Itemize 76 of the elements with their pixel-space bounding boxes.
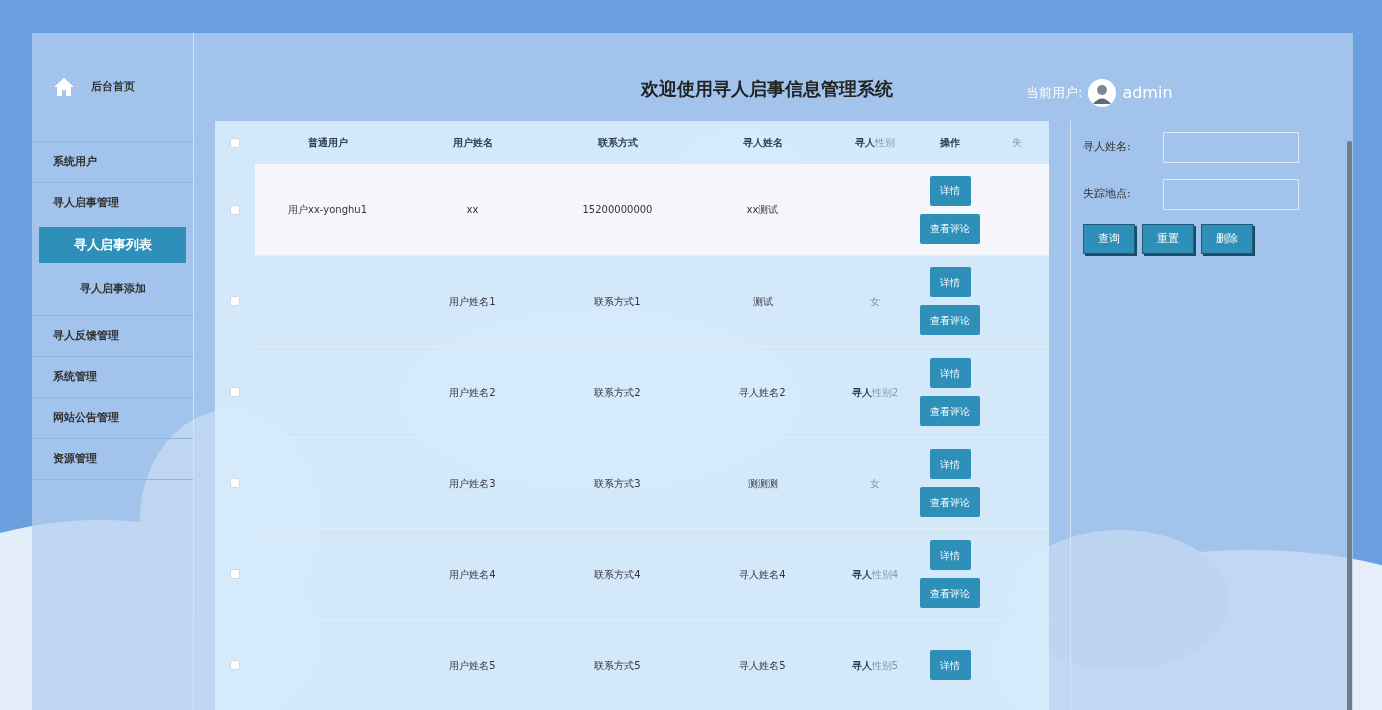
table-cell-text: 用户姓名2 — [449, 385, 496, 400]
table-cell-text: 女 — [870, 476, 880, 491]
home-icon — [53, 77, 75, 97]
sidebar-subitem[interactable]: 寻人启事添加 — [39, 271, 186, 307]
table-cell-text: 联系方式4 — [594, 567, 641, 582]
table-row[interactable]: 用户姓名4 联系方式4 寻人姓名4 寻人性别4 详情 查看评论 — [255, 528, 1049, 619]
details-button[interactable]: 详情 — [929, 540, 971, 570]
comments-button[interactable]: 查看评论 — [920, 305, 980, 335]
comments-button[interactable]: 查看评论 — [920, 396, 980, 426]
select-all-checkbox[interactable] — [230, 137, 240, 148]
column-header: 寻人姓名 — [742, 136, 783, 150]
sidebar-item[interactable]: 系统用户 — [32, 142, 193, 182]
details-button[interactable]: 详情 — [929, 358, 971, 388]
table-cell-text: xx — [466, 203, 479, 217]
current-user-label: 当前用户: — [1026, 84, 1083, 103]
field-label: 失踪地点: — [1083, 186, 1132, 203]
table-row[interactable]: 用户姓名2 联系方式2 寻人姓名2 寻人性别2 详情 查看评论 — [255, 346, 1049, 437]
table-cell-text: 寻人姓名5 — [739, 658, 786, 673]
home-link[interactable]: 后台首页 — [91, 78, 135, 96]
column-header: 寻人性别 — [855, 136, 895, 150]
column-header: 用户姓名 — [452, 136, 493, 150]
details-button[interactable]: 详情 — [929, 449, 971, 479]
table-row[interactable]: 用户姓名1 联系方式1 测试 女 详情 查看评论 — [255, 255, 1049, 346]
action-button[interactable]: 删除 — [1201, 224, 1253, 254]
sidebar-item[interactable]: 资源管理 — [32, 439, 193, 479]
table-cell-text: 测试 — [752, 294, 773, 309]
table-cell-text: 用户xx-yonghu1 — [288, 203, 367, 217]
comments-button[interactable]: 查看评论 — [920, 487, 980, 517]
page-title: 欢迎使用寻人启事信息管理系统 — [641, 77, 893, 101]
search-field[interactable] — [1163, 132, 1299, 163]
table-cell-text: 联系方式5 — [594, 658, 641, 673]
column-header: 操作 — [940, 136, 960, 150]
details-button[interactable]: 详情 — [929, 175, 971, 206]
table-cell-text: 寻人姓名2 — [739, 385, 786, 400]
row-checkbox[interactable] — [230, 477, 240, 488]
avatar-icon — [1088, 79, 1117, 107]
row-checkbox[interactable] — [230, 295, 240, 306]
table-cell-text: xx测试 — [746, 203, 779, 217]
table-row[interactable]: 用户姓名3 联系方式3 测测测 女 详情 查看评论 — [255, 437, 1049, 528]
table-cell-text: 用户姓名5 — [449, 658, 496, 673]
table-cell-text: 寻人性别4 — [851, 567, 899, 582]
details-button[interactable]: 详情 — [929, 650, 971, 680]
table-cell-text: 联系方式3 — [594, 476, 641, 491]
sidebar-item[interactable]: 寻人反馈管理 — [32, 316, 193, 356]
table-cell-text: 用户姓名1 — [449, 294, 496, 309]
sidebar-item[interactable]: 网站公告管理 — [32, 398, 193, 438]
table-cell-text: 用户姓名4 — [449, 567, 496, 582]
details-button[interactable]: 详情 — [929, 267, 971, 297]
action-button[interactable]: 查询 — [1083, 224, 1135, 254]
table-row[interactable]: 用户xx-yonghu1 xx 15200000000 xx测试 详情 查看评论 — [255, 164, 1049, 255]
column-header: 普通用户 — [307, 136, 348, 150]
table-cell-text: 测测测 — [747, 476, 778, 491]
table-cell-text: 联系方式1 — [594, 294, 641, 309]
row-checkbox[interactable] — [230, 568, 240, 579]
table-cell-text: 女 — [870, 294, 880, 309]
column-header: 联系方式 — [597, 136, 638, 150]
comments-button[interactable]: 查看评论 — [920, 213, 980, 244]
table-cell-text: 联系方式2 — [594, 385, 641, 400]
current-user-name: admin — [1122, 82, 1173, 104]
table-cell-text: 寻人姓名4 — [739, 567, 786, 582]
comments-button[interactable]: 查看评论 — [920, 578, 980, 608]
action-button[interactable]: 重置 — [1142, 224, 1194, 254]
sidebar-subitem[interactable]: 寻人启事列表 — [39, 227, 186, 263]
table-cell-text: 寻人性别5 — [851, 658, 899, 673]
search-field[interactable] — [1163, 179, 1299, 210]
table-cell-text: 15200000000 — [582, 203, 653, 217]
sidebar-item[interactable]: 系统管理 — [32, 357, 193, 397]
column-header: 失 — [1012, 136, 1022, 150]
row-checkbox[interactable] — [230, 204, 240, 215]
sidebar-item[interactable]: 寻人启事管理 — [32, 183, 193, 223]
table-row[interactable]: 用户姓名5 联系方式5 寻人姓名5 寻人性别5 详情 — [255, 619, 1049, 710]
row-checkbox[interactable] — [230, 386, 240, 397]
table-cell-text: 寻人性别2 — [851, 385, 899, 400]
table-cell-text: 用户姓名3 — [449, 476, 496, 491]
field-label: 寻人姓名: — [1083, 139, 1132, 156]
row-checkbox[interactable] — [230, 659, 240, 670]
